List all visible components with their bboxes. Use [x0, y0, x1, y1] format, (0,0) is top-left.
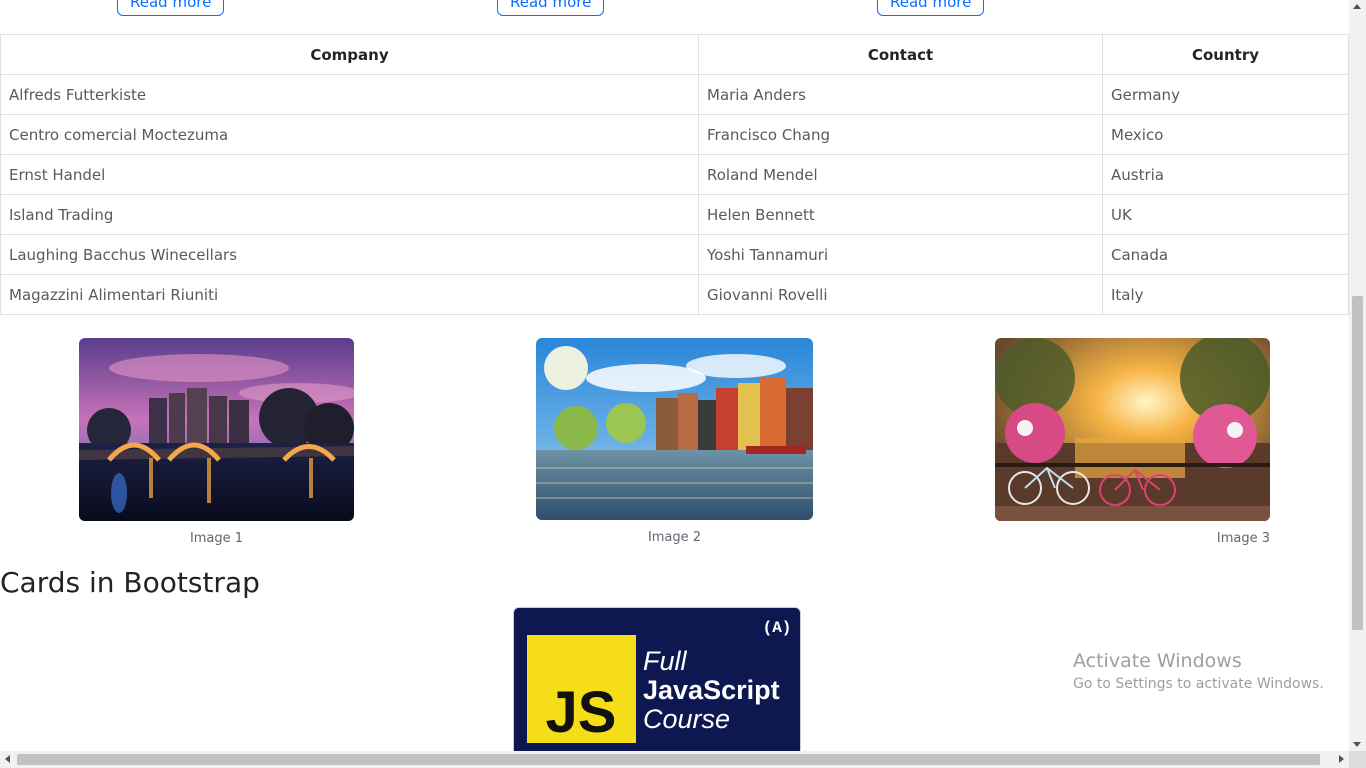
scroll-down-arrow-icon[interactable] [1353, 742, 1361, 747]
table-row: Centro comercial Moctezuma Francisco Cha… [0, 114, 1349, 155]
js-badge-text: JS [546, 680, 617, 745]
cell-contact: Roland Mendel [698, 154, 1103, 195]
table-row: Alfreds Futterkiste Maria Anders Germany [0, 74, 1349, 115]
vertical-scroll-thumb[interactable] [1352, 296, 1363, 630]
gallery-figure-2: Image 2 [536, 338, 813, 545]
gallery-caption-1: Image 1 [189, 531, 244, 546]
scroll-right-arrow-icon[interactable] [1339, 755, 1344, 763]
vertical-scrollbar[interactable] [1349, 0, 1366, 751]
card-title-line2: JavaScript [643, 675, 780, 705]
table-row: Island Trading Helen Bennett UK [0, 194, 1349, 235]
course-card[interactable]: JS Full JavaScript Course (A) [513, 607, 801, 751]
table-row: Laughing Bacchus Winecellars Yoshi Tanna… [0, 234, 1349, 275]
scroll-up-arrow-icon[interactable] [1353, 4, 1361, 9]
cell-contact: Maria Anders [698, 74, 1103, 115]
cell-company: Ernst Handel [0, 154, 699, 195]
header-country: Country [1102, 34, 1349, 75]
gallery-figure-1: Image 1 [79, 338, 354, 546]
section-title: Cards in Bootstrap [0, 566, 260, 599]
horizontal-scroll-thumb[interactable] [17, 754, 1320, 765]
header-company: Company [0, 34, 699, 75]
header-contact: Contact [698, 34, 1103, 75]
card-title-line1: Full [643, 646, 688, 676]
cell-country: Canada [1102, 234, 1349, 275]
cell-company: Alfreds Futterkiste [0, 74, 699, 115]
gallery-caption-2: Image 2 [647, 530, 702, 545]
amsterdam-canal-houses-image [536, 338, 813, 520]
cell-company: Magazzini Alimentari Riuniti [0, 274, 699, 315]
watermark-line1: Activate Windows [1073, 650, 1242, 672]
horizontal-scrollbar[interactable] [0, 751, 1349, 768]
table-row: Magazzini Alimentari Riuniti Giovanni Ro… [0, 274, 1349, 315]
cell-contact: Yoshi Tannamuri [698, 234, 1103, 275]
amsterdam-night-bridge-image [79, 338, 354, 521]
cell-country: Germany [1102, 74, 1349, 115]
scrollbar-corner [1349, 751, 1366, 768]
page-content: Read more Read more Read more Company Co… [0, 0, 1349, 751]
cell-company: Centro comercial Moctezuma [0, 114, 699, 155]
cell-company: Laughing Bacchus Winecellars [0, 234, 699, 275]
activate-windows-watermark: Activate Windows Go to Settings to activ… [1073, 650, 1324, 692]
cell-country: Austria [1102, 154, 1349, 195]
scroll-left-arrow-icon[interactable] [5, 755, 10, 763]
cell-contact: Francisco Chang [698, 114, 1103, 155]
gallery-figure-3: Image 3 [995, 338, 1270, 546]
card-title-line3: Course [643, 704, 730, 734]
cell-country: Italy [1102, 274, 1349, 315]
cell-company: Island Trading [0, 194, 699, 235]
read-more-button-3[interactable]: Read more [877, 0, 985, 16]
customers-table: Company Contact Country Alfreds Futterki… [0, 34, 1349, 315]
read-more-button-1[interactable]: Read more [117, 0, 225, 16]
javascript-course-thumbnail: JS Full JavaScript Course (A) [514, 608, 800, 751]
table-header-row: Company Contact Country [0, 34, 1349, 75]
cell-country: UK [1102, 194, 1349, 235]
amsterdam-bikes-sunset-image [995, 338, 1270, 521]
gallery-caption-3: Image 3 [1216, 531, 1270, 546]
freecodecamp-logo: (A) [763, 619, 792, 637]
table-row: Ernst Handel Roland Mendel Austria [0, 154, 1349, 195]
watermark-line2: Go to Settings to activate Windows. [1073, 676, 1324, 692]
read-more-button-2[interactable]: Read more [497, 0, 605, 16]
cell-contact: Giovanni Rovelli [698, 274, 1103, 315]
cell-contact: Helen Bennett [698, 194, 1103, 235]
cell-country: Mexico [1102, 114, 1349, 155]
